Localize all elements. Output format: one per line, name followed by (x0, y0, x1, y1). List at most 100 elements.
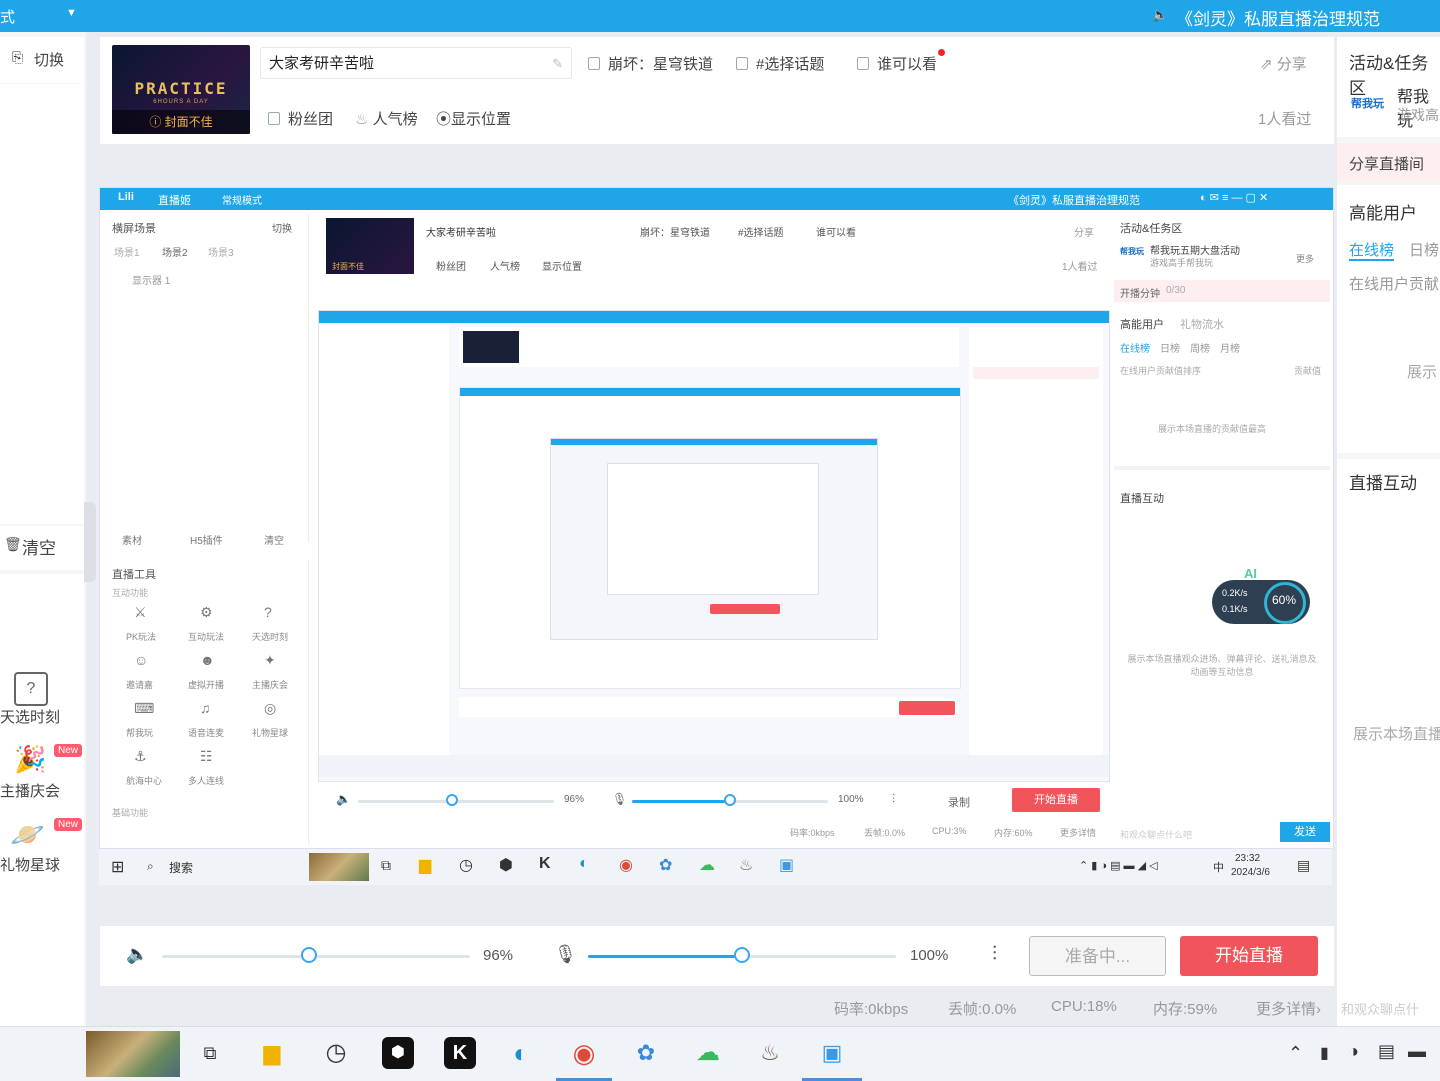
top-bar: 式 ▼ 🔈 《剑灵》私服直播治理规范 (0, 0, 1440, 32)
preview-tool[interactable]: PK玩法 (126, 630, 156, 643)
popularity-button[interactable]: ♨ 人气榜 (355, 108, 418, 129)
interaction-title: 直播互动 (1349, 474, 1417, 493)
cover-image[interactable]: PRACTICE 6HOURS A DAY ⓘ 封面不佳 (112, 45, 250, 134)
tab-online[interactable]: 在线榜 (1349, 239, 1394, 260)
preview-tool[interactable]: 帮我玩 (126, 726, 153, 739)
preview-tab-h5[interactable]: H5插件 (190, 532, 223, 547)
preview-scene-1[interactable]: 场景1 (114, 244, 140, 259)
taskview-icon[interactable]: ⧉ (194, 1037, 226, 1069)
category-text: 崩坏：星穹铁道 (608, 56, 714, 73)
wechat-icon[interactable]: ☁ (692, 1037, 724, 1069)
preview-tool[interactable]: 礼物星球 (252, 726, 288, 739)
edit-icon[interactable]: ✎ (552, 48, 563, 80)
live-app-icon[interactable]: ▣ (816, 1037, 848, 1069)
preview-tool[interactable]: 主播庆会 (252, 678, 288, 691)
activity-sub: 游戏高 (1397, 107, 1439, 123)
preview-tool[interactable]: 虚拟开播 (188, 678, 224, 691)
switch-icon: ⎘ (12, 49, 24, 65)
preview-source[interactable]: 显示器 1 (132, 272, 170, 287)
tool-lottery[interactable]: 天选时刻 (0, 706, 60, 727)
chat-input[interactable]: 和观众聊点什 (1341, 999, 1419, 1018)
clock-app-icon[interactable]: ◷ (320, 1037, 352, 1069)
scene-list (0, 84, 84, 524)
mic-knob[interactable] (734, 947, 750, 963)
right-panel: 活动&任务区 帮我玩 帮我玩 游戏高 分享直播间 高能用户 在线榜 日榜 在线用… (1337, 37, 1440, 1026)
rank-empty-text: 展示 (1407, 364, 1438, 381)
preview-speaker-icon: 🔈 (336, 792, 351, 806)
display-tray-icon[interactable]: ▤ (1378, 1041, 1395, 1062)
qq-tray-icon[interactable]: ◑ (1348, 1041, 1359, 1062)
switch-button[interactable]: 切换 (34, 49, 64, 70)
visibility-selector[interactable]: 谁可以看 (857, 53, 937, 74)
preview-record-button[interactable]: 录制 (948, 794, 970, 810)
chrome-icon[interactable]: ◉ (568, 1037, 600, 1069)
stream-preview[interactable]: Lili 直播姬 常规模式 《剑灵》私服直播治理规范 ◐ ✉ ≡ — ▢ ✕ 横… (99, 187, 1334, 850)
chevron-up-icon[interactable]: ⌃ (1288, 1043, 1303, 1064)
mode-selector[interactable]: 式 (0, 6, 15, 27)
microphone-tray-icon[interactable]: ▮ (1320, 1043, 1329, 1063)
preview-scene-3[interactable]: 场景3 (208, 244, 234, 259)
share-room-bar[interactable]: 分享直播间 (1337, 143, 1440, 181)
tab-daily[interactable]: 日榜 (1409, 239, 1439, 260)
collapse-handle[interactable] (84, 502, 96, 582)
preview-tool[interactable]: 邀请嘉 (126, 678, 153, 691)
microphone-icon[interactable]: 🎙 (554, 944, 577, 965)
tool-celebration[interactable]: 主播庆会 (0, 780, 60, 801)
clear-button[interactable]: 清空 (22, 534, 56, 559)
battery-tray-icon[interactable]: ▬ (1408, 1041, 1426, 1062)
ready-button[interactable]: 准备中... (1029, 936, 1166, 976)
nested-inner-screen (459, 387, 961, 689)
preview-tab-online[interactable]: 在线榜 (1120, 340, 1150, 355)
edge-icon[interactable]: ◐ (505, 1037, 537, 1069)
notice-link[interactable]: 《剑灵》私服直播治理规范 (1176, 5, 1380, 30)
high-users-title[interactable]: 高能用户 (1349, 199, 1417, 224)
preview-tab-daily[interactable]: 日榜 (1160, 340, 1180, 355)
title-input[interactable]: 大家考研辛苦啦 ✎ (260, 47, 572, 79)
room-header: PRACTICE 6HOURS A DAY ⓘ 封面不佳 大家考研辛苦啦 ✎ 崩… (100, 37, 1334, 144)
preview-tab-clear[interactable]: 清空 (264, 532, 284, 547)
preview-tab-monthly[interactable]: 月榜 (1220, 340, 1240, 355)
preview-tool[interactable]: 天选时刻 (252, 630, 288, 643)
chevron-down-icon[interactable]: ▼ (66, 7, 77, 19)
preview-tab-weekly[interactable]: 周榜 (1190, 340, 1210, 355)
speaker-icon[interactable]: 🔈 (126, 944, 148, 965)
k-app-icon[interactable]: K (444, 1037, 476, 1069)
preview-start-button[interactable]: 开始直播 (1012, 788, 1100, 812)
preview-high-users[interactable]: 高能用户 (1120, 316, 1164, 332)
preview-tab-material[interactable]: 素材 (122, 532, 142, 547)
preview-more[interactable]: 更多 (1296, 252, 1314, 265)
lottery-icon: ? (264, 604, 272, 620)
fans-group-button[interactable]: 粉丝团 (268, 108, 333, 129)
volume-knob[interactable] (301, 947, 317, 963)
file-explorer-icon[interactable]: ▆ (256, 1037, 288, 1069)
preview-volume-knob[interactable] (446, 794, 458, 806)
preview-mic-icon: 🎙 (612, 792, 628, 806)
topic-selector[interactable]: #选择话题 (736, 53, 824, 74)
category-selector[interactable]: 崩坏：星穹铁道 (588, 53, 713, 74)
preview-more-details[interactable]: 更多详情 (1060, 826, 1096, 839)
preview-activity-text[interactable]: 帮我玩五期大盘活动 (1150, 242, 1240, 257)
preview-switch[interactable]: 切换 (272, 220, 292, 235)
share-button[interactable]: ⇗ 分享 (1260, 53, 1307, 74)
cube-app-icon[interactable]: ⬢ (382, 1037, 414, 1069)
preview-cover[interactable]: 封面不佳 (326, 218, 414, 274)
preview-ime[interactable]: 中 (1213, 859, 1224, 875)
tea-app-icon[interactable]: ♨ (754, 1037, 786, 1069)
preview-mic-knob[interactable] (724, 794, 736, 806)
cloud-drive-icon[interactable]: ✿ (630, 1037, 662, 1069)
net-down: 0.1K/s (1222, 604, 1248, 614)
preview-tool[interactable]: 航海中心 (126, 774, 162, 787)
preview-tool[interactable]: 语音连麦 (188, 726, 224, 739)
mixer-icon[interactable]: ⫶ (992, 943, 997, 966)
preview-scene-2[interactable]: 场景2 (162, 244, 188, 259)
more-details-link[interactable]: 更多详情› (1256, 998, 1321, 1019)
preview-mixer-icon[interactable]: ⫶ (892, 792, 895, 807)
location-button[interactable]: ⦿显示位置 (436, 108, 511, 129)
preview-taskbar-search[interactable]: 搜索 (169, 859, 193, 876)
start-live-button[interactable]: 开始直播 (1180, 936, 1318, 976)
preview-tool[interactable]: 多人连线 (188, 774, 224, 787)
tool-gift-planet[interactable]: 礼物星球 (0, 854, 60, 875)
preview-tool[interactable]: 互动玩法 (188, 630, 224, 643)
network-widget[interactable]: 0.2K/s 0.1K/s 60% (1212, 580, 1310, 624)
preview-gift-flow[interactable]: 礼物流水 (1180, 316, 1224, 332)
